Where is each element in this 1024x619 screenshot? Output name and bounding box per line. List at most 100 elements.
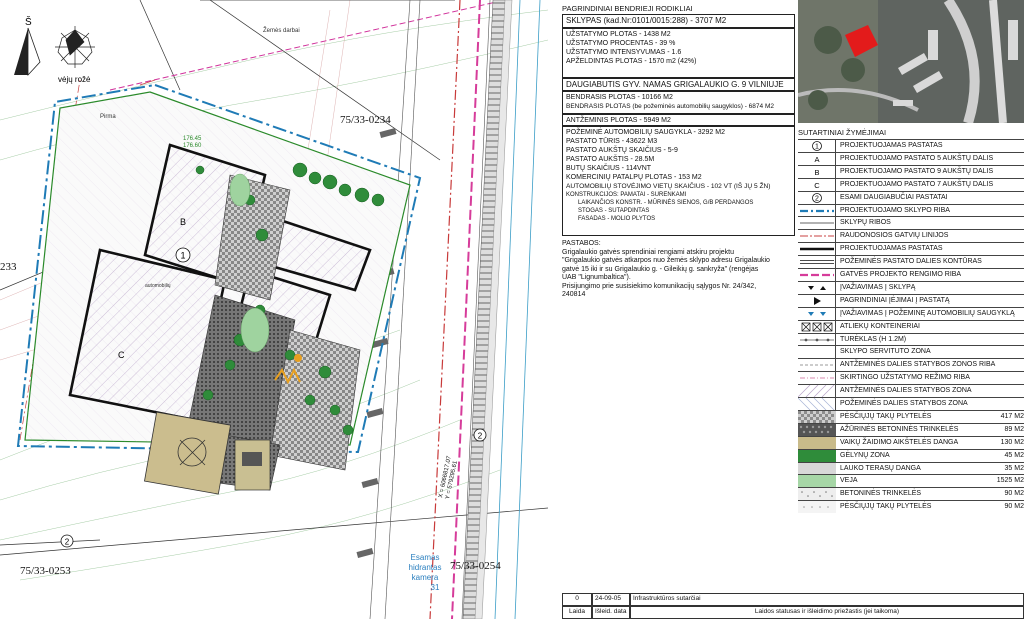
legend-row: PĖSČIŲJŲ TAKŲ PLYTELĖS 417 M2 xyxy=(798,409,1024,423)
legend-value: 90 M2 xyxy=(1004,503,1024,511)
legend-label: VAIKŲ ŽAIDIMO AIKŠTELĖS DANGA xyxy=(840,438,959,446)
legend-symbol-icon: 1 xyxy=(798,140,836,152)
site-plan: 1 2 2 B C automobilių Pirma 176.45 176.6… xyxy=(0,0,548,619)
land-works-label: Žemės darbai xyxy=(263,26,300,34)
legend-symbol-icon xyxy=(798,462,836,475)
svg-text:1: 1 xyxy=(815,144,819,151)
elevation-a: 176.45 xyxy=(183,136,202,142)
legend-row: GATVĖS PROJEKTO RENGIMO RIBA xyxy=(798,268,1024,281)
legend-symbol-icon xyxy=(798,410,836,423)
legend-label: ANTŽEMINĖS DALIES STATYBOS ZONA xyxy=(840,387,972,395)
legend-symbol-icon xyxy=(798,475,836,488)
plot-box: SKLYPAS (kad.Nr:0101/0015:288) - 3707 M2 xyxy=(562,14,795,28)
legend-symbol-icon xyxy=(798,488,836,501)
legend-value: 130 M2 xyxy=(1000,438,1024,446)
legend-row: SKLYPO SERVITUTO ZONA xyxy=(798,345,1024,359)
legend-symbol-icon xyxy=(798,346,836,359)
legend-row: PROJEKTUOJAMAS PASTATAS xyxy=(798,242,1024,256)
legend-row: VAIKŲ ŽAIDIMO AIKŠTELĖS DANGA 130 M2 xyxy=(798,435,1024,449)
legend-value: 417 M2 xyxy=(1000,412,1024,420)
legend-row: POŽEMINĖS PASTATO DALIES KONTŪRAS xyxy=(798,255,1024,269)
legend-row: TURĖKLAS (H 1.2M) xyxy=(798,332,1024,346)
legend-value: 35 M2 xyxy=(1004,464,1024,472)
legend-row: LAUKO TERASŲ DANGA 35 M2 xyxy=(798,461,1024,475)
building-box: DAUGIABUTIS GYV. NAMAS GRIGALAUKIO G. 9 … xyxy=(562,78,795,91)
legend-row: GĖLYNŲ ZONA 45 M2 xyxy=(798,448,1024,462)
legend-symbol-icon xyxy=(798,359,836,372)
legend-label: PROJEKTUOJAMO PASTATO 5 AUKŠTŲ DALIS xyxy=(840,154,994,162)
legend-value: 45 M2 xyxy=(1004,451,1024,459)
legend-row: VEJA 1525 M2 xyxy=(798,474,1024,488)
legend-label: PROJEKTUOJAMAS PASTATAS xyxy=(840,142,943,149)
info-panel: PAGRINDINIAI BENDRIEJI RODIKLIAI SKLYPAS… xyxy=(562,0,1024,619)
legend-label: ĮVAŽIAVIMAS Į SKLYPĄ xyxy=(840,283,916,291)
legend: SUTARTINIAI ŽYMĖJIMAI 1 PROJEKTUOJAMAS PA… xyxy=(797,128,1024,519)
legend-label: GATVĖS PROJEKTO RENGIMO RIBA xyxy=(840,271,962,278)
legend-label: ĮVAŽIAVIMAS Į POŽEMINĘ AUTOMOBILIŲ SAUGY… xyxy=(840,309,1015,317)
legend-symbol-icon xyxy=(798,281,836,294)
legend-row: PROJEKTUOJAMO SKLYPO RIBA xyxy=(798,203,1024,217)
legend-symbol-icon xyxy=(798,307,836,320)
legend-label: SKLYPO SERVITUTO ZONA xyxy=(840,348,931,356)
legend-row: 1 PROJEKTUOJAMAS PASTATAS xyxy=(798,139,1024,152)
area-box: BENDRASIS PLOTAS - 10166 M2 BENDRASIS PL… xyxy=(562,91,795,114)
legend-label: POŽEMINĖS PASTATO DALIES KONTŪRAS xyxy=(840,258,982,266)
plot-lines-box: UŽSTATYMO PLOTAS - 1438 M2 UŽSTATYMO PRO… xyxy=(562,28,795,78)
hydrant-line-1: Esamas xyxy=(411,553,440,562)
marker-part-b: B xyxy=(180,217,186,227)
legend-label: POŽEMINĖS DALIES STATYBOS ZONA xyxy=(840,400,968,407)
marker-building-1: 1 xyxy=(180,251,185,261)
legend-symbol-icon xyxy=(798,204,836,217)
legend-label: ANTŽEMINĖS DALIES STATYBOS ZONOS RIBA xyxy=(840,361,996,369)
legend-label: TURĖKLAS (H 1.2M) xyxy=(840,335,907,343)
legend-symbol-icon xyxy=(798,217,836,230)
hydrant-line-2: hidrantas xyxy=(409,563,442,572)
legend-row: ATLIEKŲ KONTEINERIAI xyxy=(798,319,1024,333)
legend-value: 1525 M2 xyxy=(996,477,1024,485)
plot-id-0253: 75/33-0253 xyxy=(20,565,71,577)
legend-label: PROJEKTUOJAMO PASTATO 7 AUKŠTŲ DALIS xyxy=(840,180,994,188)
legend-symbol-icon xyxy=(798,333,836,346)
legend-row: ĮVAŽIAVIMAS Į SKLYPĄ xyxy=(798,280,1024,294)
north-letter: Š xyxy=(25,15,32,28)
legend-symbol-icon: B xyxy=(798,165,836,178)
notes: PASTABOS: Grigalaukio gatvės sprendiniai… xyxy=(562,240,770,298)
legend-row: PAGRINDINIAI ĮĖJIMAI Į PASTATĄ xyxy=(798,293,1024,307)
legend-label: PĖSČIŲJŲ TAKŲ PLYTELĖS xyxy=(840,412,932,420)
above-box: ANTŽEMINIS PLOTAS - 5949 M2 xyxy=(562,114,795,126)
plot-id-0254: 75/33-0254 xyxy=(450,560,501,572)
legend-row: 2 ESAMI DAUGIABUČIAI PASTATAI xyxy=(798,190,1024,204)
legend-row: SKLYPŲ RIBOS xyxy=(798,216,1024,230)
legend-row: A PROJEKTUOJAMO PASTATO 5 AUKŠTŲ DALIS xyxy=(798,151,1024,165)
revision-table: 0 24-09-05 Infrastruktūros sutarčiai Lai… xyxy=(562,580,1024,619)
wind-rose-icon xyxy=(55,26,95,68)
marker-existing-2a: 2 xyxy=(478,432,483,441)
svg-text:B: B xyxy=(814,168,819,177)
legend-symbol-icon xyxy=(798,256,836,269)
legend-label: PAGRINDINIAI ĮĖJIMAI Į PASTATĄ xyxy=(840,296,950,304)
plot-id-0234: 75/33-0234 xyxy=(340,114,391,126)
legend-row: BETONINĖS TRINKELĖS 90 M2 xyxy=(798,487,1024,501)
legend-label: SKIRTINGO UŽSTATYMO REŽIMO RIBA xyxy=(840,374,970,382)
legend-label: ESAMI DAUGIABUČIAI PASTATAI xyxy=(840,193,948,201)
legend-symbol-icon xyxy=(798,243,836,256)
svg-text:A: A xyxy=(814,155,819,164)
parking-label: automobilių xyxy=(145,283,171,289)
legend-symbol-icon: A xyxy=(798,152,836,165)
wind-rose-label: vėjų rožė xyxy=(58,75,91,84)
legend-row: ĮVAŽIAVIMAS Į POŽEMINĘ AUTOMOBILIŲ SAUGY… xyxy=(798,306,1024,320)
legend-title: SUTARTINIAI ŽYMĖJIMAI xyxy=(798,128,887,137)
hydrant-line-3: kamera xyxy=(412,573,439,582)
legend-row: B PROJEKTUOJAMO PASTATO 9 AUKŠTŲ DALIS xyxy=(798,164,1024,178)
legend-label: PROJEKTUOJAMO SKLYPO RIBA xyxy=(840,206,950,214)
legend-row: RAUDONOSIOS GATVIŲ LINIJOS xyxy=(798,229,1024,243)
legend-symbol-icon xyxy=(798,449,836,462)
legend-label: ATLIEKŲ KONTEINERIAI xyxy=(840,322,920,330)
marker-existing-2b: 2 xyxy=(65,538,70,547)
legend-symbol-icon xyxy=(798,436,836,449)
legend-label: PĖSČIŲJŲ TAKŲ PLYTELĖS xyxy=(840,503,932,511)
legend-symbol-icon xyxy=(798,320,836,333)
legend-label: BETONINĖS TRINKELĖS xyxy=(840,490,922,498)
legend-symbol-icon xyxy=(798,269,836,281)
legend-label: GĖLYNŲ ZONA xyxy=(840,451,890,459)
